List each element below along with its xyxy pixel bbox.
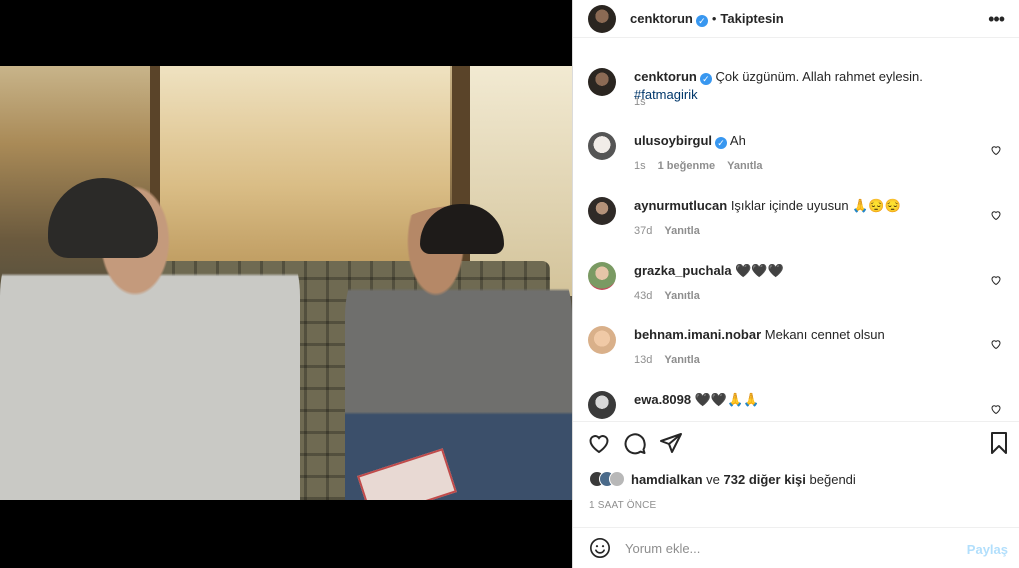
comment-username[interactable]: aynurmutlucan: [634, 198, 727, 213]
comment-text: Mekanı cennet olsun: [764, 327, 885, 342]
commenter-avatar[interactable]: [588, 391, 616, 419]
author-username[interactable]: cenktorun: [630, 11, 693, 26]
emoji-icon[interactable]: [589, 537, 611, 559]
post-details-panel: cenktorun ✓ • Takiptesin ••• cenktorun ✓ Ç…: [572, 0, 1019, 568]
heart-icon[interactable]: [990, 209, 1002, 221]
caption: cenktorun ✓ Çok üzgünüm. Allah rahmet eyl…: [588, 68, 1008, 118]
comment-likes[interactable]: 1 beğenme: [658, 160, 715, 172]
reply-button[interactable]: Yanıtla: [727, 160, 762, 172]
reply-button[interactable]: Yanıtla: [664, 225, 699, 237]
post-photo[interactable]: [0, 66, 572, 500]
instagram-post-modal: cenktorun ✓ • Takiptesin ••• cenktorun ✓ Ç…: [0, 0, 1019, 568]
liker-username[interactable]: hamdialkan: [631, 472, 703, 487]
comment-text: Işıklar içinde uyusun 🙏😔😔: [730, 198, 901, 213]
post-comment-button[interactable]: Paylaş: [967, 542, 1008, 557]
more-horizontal-icon[interactable]: •••: [988, 9, 1005, 30]
heart-icon[interactable]: [990, 144, 1002, 156]
comment-item: grazka_puchala 🖤🖤🖤 43d Yanıtla: [588, 262, 1008, 312]
commenter-avatar[interactable]: [588, 132, 616, 160]
comment-text: Ah: [729, 133, 746, 148]
comment-input[interactable]: [625, 540, 945, 556]
comments-list[interactable]: cenktorun ✓ Çok üzgünüm. Allah rahmet eyl…: [573, 58, 1019, 420]
comment-text: 🖤🖤🙏🙏: [694, 392, 760, 407]
liker-avatar[interactable]: [609, 471, 625, 487]
comment-time: 43d: [634, 290, 653, 302]
reply-button[interactable]: Yanıtla: [664, 354, 699, 366]
commenter-avatar[interactable]: [588, 197, 616, 225]
comment-item: ulusoybirgul ✓ Ah 1s 1 beğenme Yanıtla: [588, 132, 1008, 182]
comment-username[interactable]: ulusoybirgul: [634, 133, 712, 148]
like-heart-icon[interactable]: [587, 431, 611, 455]
comment-item: aynurmutlucan Işıklar içinde uyusun 🙏😔😔 …: [588, 197, 1008, 247]
heart-icon[interactable]: [990, 403, 1002, 415]
following-status[interactable]: Takiptesin: [720, 11, 783, 26]
heart-icon[interactable]: [990, 274, 1002, 286]
verified-badge-icon: ✓: [695, 14, 708, 27]
post-header: cenktorun ✓ • Takiptesin •••: [573, 0, 1019, 38]
caption-time: 1s: [634, 96, 646, 108]
divider: [573, 421, 1019, 422]
comment-time: 37d: [634, 225, 653, 237]
add-comment-bar: Paylaş: [573, 527, 1019, 568]
author-avatar[interactable]: [588, 4, 616, 33]
verified-badge-icon: ✓: [715, 137, 727, 149]
verified-badge-icon: ✓: [699, 73, 712, 85]
comment-item: ewa.8098 🖤🖤🙏🙏: [588, 391, 1008, 420]
separator-dot: •: [711, 11, 717, 26]
commenter-avatar[interactable]: [588, 326, 616, 354]
likes-count[interactable]: 732 diğer kişi: [724, 472, 806, 487]
comment-text: 🖤🖤🖤: [735, 263, 784, 278]
share-icon[interactable]: [659, 431, 683, 455]
comment-username[interactable]: grazka_puchala: [634, 263, 732, 278]
comment-time: 13d: [634, 354, 653, 366]
heart-icon[interactable]: [990, 338, 1002, 350]
comment-icon[interactable]: [623, 431, 647, 455]
commenter-avatar[interactable]: [588, 262, 616, 290]
author-avatar[interactable]: [588, 68, 616, 96]
post-actions: [573, 431, 1019, 461]
bookmark-icon[interactable]: [987, 431, 1011, 455]
caption-username[interactable]: cenktorun: [634, 69, 697, 84]
comment-item: behnam.imani.nobar Mekanı cennet olsun 1…: [588, 326, 1008, 376]
comment-username[interactable]: ewa.8098: [634, 392, 691, 407]
post-timestamp[interactable]: 1 SAAT ÖNCE: [589, 500, 656, 511]
reply-button[interactable]: Yanıtla: [664, 290, 699, 302]
post-media: [0, 0, 572, 568]
likes-summary: hamdialkan ve 732 diğer kişi beğendi: [589, 471, 856, 487]
comment-username[interactable]: behnam.imani.nobar: [634, 327, 761, 342]
comment-time: 1s: [634, 160, 646, 172]
caption-text: Çok üzgünüm. Allah rahmet eylesin.: [715, 69, 923, 84]
